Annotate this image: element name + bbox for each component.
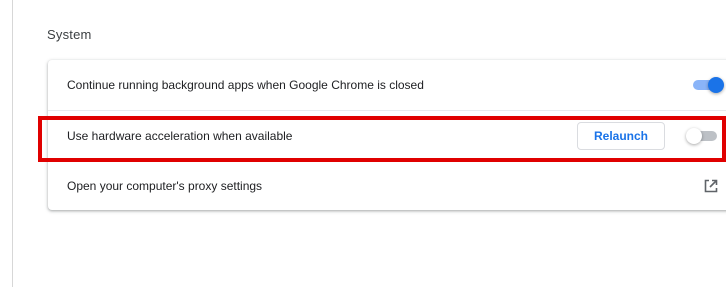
- toggle-knob: [686, 128, 702, 144]
- sidebar-divider: [12, 0, 13, 287]
- relaunch-button[interactable]: Relaunch: [577, 122, 665, 150]
- setting-label: Open your computer's proxy settings: [67, 179, 263, 193]
- external-link-icon[interactable]: [703, 178, 719, 194]
- setting-row-proxy-settings[interactable]: Open your computer's proxy settings: [48, 160, 726, 211]
- hardware-acceleration-toggle[interactable]: [686, 128, 720, 144]
- setting-label: Continue running background apps when Go…: [67, 78, 424, 92]
- section-title: System: [47, 27, 92, 42]
- setting-label: Use hardware acceleration when available: [67, 129, 293, 143]
- settings-page: System Continue running background apps …: [0, 0, 726, 287]
- background-apps-toggle[interactable]: [690, 77, 724, 93]
- setting-row-background-apps[interactable]: Continue running background apps when Go…: [48, 60, 726, 110]
- setting-row-hardware-acceleration[interactable]: Use hardware acceleration when available…: [48, 110, 726, 161]
- toggle-knob: [708, 77, 724, 93]
- system-settings-card: Continue running background apps when Go…: [48, 60, 726, 210]
